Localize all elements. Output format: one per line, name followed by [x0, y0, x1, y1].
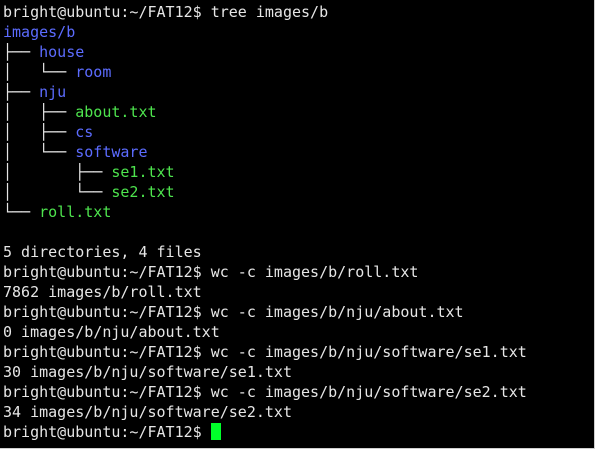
tree-line: │ └── se2.txt [3, 183, 175, 201]
active-prompt-line[interactable]: bright@ubuntu:~/FAT12$ [3, 422, 594, 442]
tree-file: se2.txt [111, 183, 175, 201]
prompt-line: bright@ubuntu:~/FAT12$ wc -c images/b/nj… [3, 343, 527, 361]
tree-line: │ ├── se1.txt [3, 163, 175, 181]
prompt-line: bright@ubuntu:~/FAT12$ wc -c images/b/nj… [3, 383, 527, 401]
terminal-cursor [210, 423, 221, 440]
tree-directory: images/b [3, 23, 76, 41]
command-text: tree images/b [210, 3, 329, 21]
prompt-line: bright@ubuntu:~/FAT12$ wc -c images/b/ro… [3, 263, 419, 281]
output-line: 7862 images/b/roll.txt [3, 283, 202, 301]
tree-directory: nju [39, 83, 67, 101]
tree-line: ├── nju [3, 83, 67, 101]
command-text: wc -c images/b/nju/software/se1.txt [210, 343, 527, 361]
tree-line: │ ├── cs [3, 123, 94, 141]
prompt-line: bright@ubuntu:~/FAT12$ tree images/b [3, 3, 329, 21]
tree-line: images/b [3, 22, 594, 42]
tree-file: about.txt [75, 103, 157, 121]
tree-line: │ └── room [3, 63, 112, 81]
tree-directory: room [75, 63, 112, 81]
output-line: 0 images/b/nju/about.txt [3, 323, 220, 341]
tree-directory: cs [75, 123, 94, 141]
command-text: wc -c images/b/nju/about.txt [210, 303, 464, 321]
tree-line: │ ├── about.txt [3, 103, 157, 121]
output-line: 5 directories, 4 files [3, 243, 202, 261]
tree-file: roll.txt [39, 203, 112, 221]
tree-line: │ └── software [3, 143, 148, 161]
command-text: wc -c images/b/nju/software/se2.txt [210, 383, 527, 401]
tree-directory: house [39, 43, 85, 61]
output-line: 34 images/b/nju/software/se2.txt [3, 403, 292, 421]
prompt-line: bright@ubuntu:~/FAT12$ wc -c images/b/nj… [3, 303, 464, 321]
tree-line: ├── house [3, 43, 85, 61]
terminal-window[interactable]: bright@ubuntu:~/FAT12$ tree images/b ima… [0, 0, 595, 449]
output-line: 30 images/b/nju/software/se1.txt [3, 363, 292, 381]
tree-directory: software [75, 143, 148, 161]
tree-file: se1.txt [111, 163, 175, 181]
command-text: wc -c images/b/roll.txt [210, 263, 419, 281]
tree-line: └── roll.txt [3, 203, 112, 221]
